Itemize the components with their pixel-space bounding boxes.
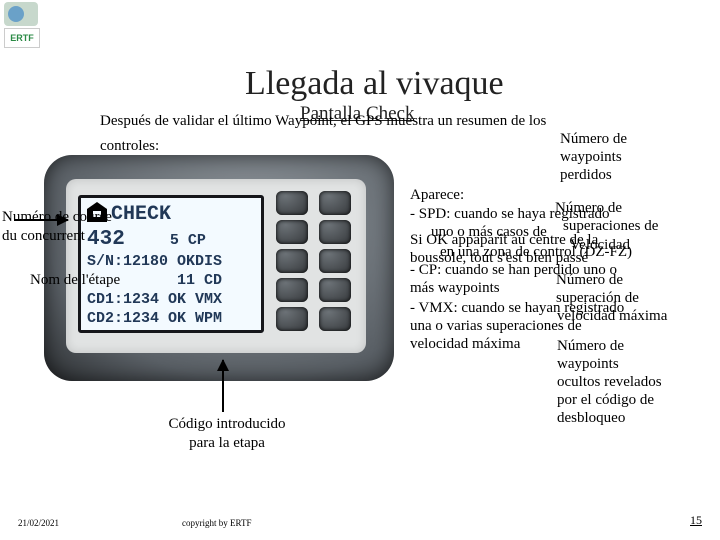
right-text: waypoints — [560, 149, 622, 166]
annotation-left-1: Numéro de course du concurrent — [2, 208, 142, 246]
device-key — [276, 278, 308, 302]
right-text: una o varias superaciones de — [410, 318, 582, 335]
right-text: perdidos — [560, 167, 612, 184]
annotation-left-2: Nom de l'étape — [30, 271, 150, 290]
screen-okdis: OKDIS — [177, 253, 222, 270]
screen-cp: 5 CP — [170, 232, 206, 249]
right-text: Aparece: — [410, 187, 464, 204]
right-text: velocidad máxima — [410, 336, 520, 353]
device-key — [319, 191, 351, 215]
right-text: en una zona de control (DZ-FZ) — [440, 244, 632, 261]
screen-okvmx: OK VMX — [168, 291, 222, 308]
description-line-1: Después de validar el último Waypoint, e… — [100, 113, 546, 130]
right-text: ocultos revelados — [557, 374, 662, 391]
screen-cd: 11 CD — [177, 272, 222, 289]
device-faceplate: CHECK 432 5 CP S/N:12180 OKDIS 11 CD CD1… — [66, 179, 366, 353]
annotation-bottom: Código introducido para la etapa — [152, 415, 302, 453]
right-text: Número de — [560, 131, 627, 148]
device-key — [276, 220, 308, 244]
device-key — [276, 249, 308, 273]
right-text: waypoints — [557, 356, 619, 373]
screen-cd1: CD1:1234 — [87, 291, 159, 308]
arrow-up-icon — [222, 360, 224, 412]
device-key — [319, 307, 351, 331]
screen-okwpm: OK WPM — [168, 310, 222, 327]
right-text: desbloqueo — [557, 410, 625, 427]
device-key — [276, 191, 308, 215]
slide-title: Llegada al vivaque — [245, 65, 504, 103]
right-text: Número de — [556, 272, 623, 289]
logo-text: ERTF — [10, 33, 34, 43]
footer-date: 21/02/2021 — [18, 518, 59, 528]
brand-logo: ERTF — [4, 2, 44, 48]
device-key — [319, 249, 351, 273]
footer-copyright: copyright by ERTF — [182, 518, 251, 528]
footer-page-number: 15 — [690, 513, 702, 528]
screen-sn: S/N:12180 — [87, 253, 168, 270]
right-text: Número de — [557, 338, 624, 355]
description-line-2: controles: — [100, 138, 159, 155]
screen-cd2: CD2:1234 — [87, 310, 159, 327]
right-text: por el código de — [557, 392, 654, 409]
device-key — [319, 278, 351, 302]
device-key — [319, 220, 351, 244]
device-keypad — [276, 191, 356, 331]
logo-text-box: ERTF — [4, 28, 40, 48]
right-text: más waypoints — [410, 280, 500, 297]
gps-device: CHECK 432 5 CP S/N:12180 OKDIS 11 CD CD1… — [44, 155, 394, 381]
logo-glyph — [4, 2, 38, 26]
device-key — [276, 307, 308, 331]
